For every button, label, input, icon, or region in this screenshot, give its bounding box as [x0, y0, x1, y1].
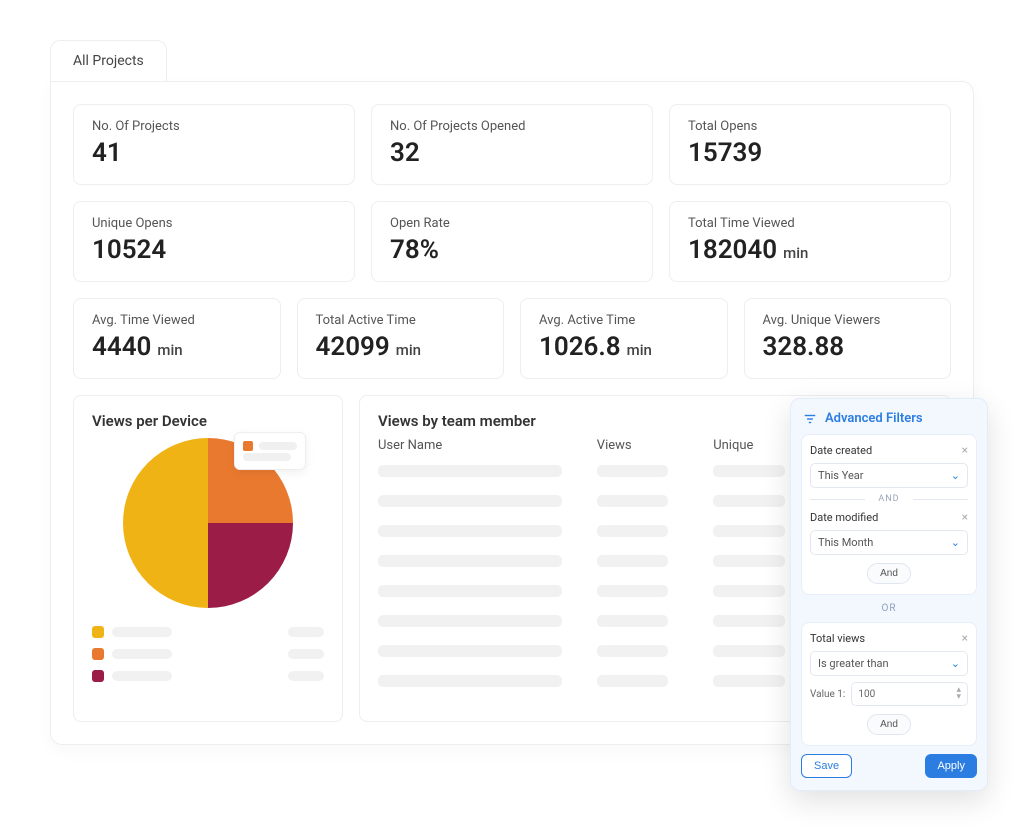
stat-label: Total Time Viewed [688, 216, 932, 231]
add-and-button[interactable]: And [867, 563, 911, 584]
stat-projects: No. Of Projects 41 [73, 104, 355, 185]
stat-unit: min [157, 341, 182, 359]
stat-value: 4440 min [92, 332, 262, 362]
tab-all-projects[interactable]: All Projects [50, 40, 167, 81]
stat-total-time-viewed: Total Time Viewed 182040 min [669, 201, 951, 282]
stat-label: Avg. Active Time [539, 313, 709, 328]
stat-label: Avg. Time Viewed [92, 313, 262, 328]
date-modified-select[interactable]: This Month ⌄ [810, 530, 968, 555]
stats-row-3: Avg. Time Viewed 4440 min Total Active T… [73, 298, 951, 379]
or-divider: OR [801, 603, 977, 614]
filter-label: Date created [810, 444, 872, 457]
stat-unit: min [396, 341, 421, 359]
stat-label: Avg. Unique Viewers [763, 313, 933, 328]
panel-title: Views per Device [92, 412, 324, 430]
pie-tooltip [234, 432, 306, 470]
advanced-filters-header: Advanced Filters [803, 411, 977, 426]
stat-total-opens: Total Opens 15739 [669, 104, 951, 185]
column-header-user[interactable]: User Name [378, 438, 583, 453]
filter-label: Date modified [810, 511, 878, 524]
stat-value: 10524 [92, 235, 336, 265]
legend-value-skeleton [288, 649, 324, 659]
stat-unit: min [783, 244, 808, 262]
total-views-operator-select[interactable]: Is greater than ⌄ [810, 651, 968, 676]
stat-value: 32 [390, 138, 634, 168]
date-created-select[interactable]: This Year ⌄ [810, 463, 968, 488]
legend-item [92, 626, 324, 638]
stat-label: No. Of Projects Opened [390, 119, 634, 134]
legend-value-skeleton [288, 671, 324, 681]
stat-label: No. Of Projects [92, 119, 336, 134]
filter-block-total-views: Total views × Is greater than ⌄ Value 1:… [801, 622, 977, 746]
stat-label: Total Opens [688, 119, 932, 134]
stat-label: Total Active Time [316, 313, 486, 328]
and-divider: AND [810, 494, 968, 504]
stat-avg-time-viewed: Avg. Time Viewed 4440 min [73, 298, 281, 379]
advanced-filters-title: Advanced Filters [825, 411, 923, 426]
filter-icon [803, 412, 817, 426]
close-icon[interactable]: × [962, 631, 968, 645]
legend-swatch [92, 626, 104, 638]
chevron-down-icon: ⌄ [951, 469, 960, 482]
stat-value: 42099 min [316, 332, 486, 362]
stat-projects-opened: No. Of Projects Opened 32 [371, 104, 653, 185]
close-icon[interactable]: × [962, 443, 968, 457]
legend-label-skeleton [112, 627, 172, 637]
stat-unique-opens: Unique Opens 10524 [73, 201, 355, 282]
legend-item [92, 670, 324, 682]
stat-value: 78% [390, 235, 634, 265]
add-and-button[interactable]: And [867, 714, 911, 735]
stat-value: 182040 min [688, 235, 932, 265]
stat-total-active-time: Total Active Time 42099 min [297, 298, 505, 379]
apply-button[interactable]: Apply [925, 754, 977, 778]
save-button[interactable]: Save [801, 754, 852, 778]
views-per-device-panel: Views per Device [73, 395, 343, 722]
stat-value: 1026.8 min [539, 332, 709, 362]
close-icon[interactable]: × [962, 510, 968, 524]
legend-label-skeleton [112, 671, 172, 681]
stat-avg-active-time: Avg. Active Time 1026.8 min [520, 298, 728, 379]
stat-label: Open Rate [390, 216, 634, 231]
pie-legend [92, 626, 324, 682]
legend-item [92, 648, 324, 660]
stats-row-1: No. Of Projects 41 No. Of Projects Opene… [73, 104, 951, 185]
value-label: Value 1: [810, 689, 845, 700]
advanced-filters-panel: Advanced Filters Date created × This Yea… [790, 398, 988, 791]
legend-swatch [92, 670, 104, 682]
stat-unit: min [627, 341, 652, 359]
total-views-value-input[interactable]: 100 ▴▾ [851, 682, 968, 706]
legend-swatch [92, 648, 104, 660]
legend-label-skeleton [112, 649, 172, 659]
stat-open-rate: Open Rate 78% [371, 201, 653, 282]
stat-value: 328.88 [763, 332, 933, 362]
filter-label: Total views [810, 632, 865, 645]
column-header-views[interactable]: Views [597, 438, 699, 453]
stat-avg-unique-viewers: Avg. Unique Viewers 328.88 [744, 298, 952, 379]
stat-label: Unique Opens [92, 216, 336, 231]
filter-block-date-created: Date created × This Year ⌄ AND Date modi… [801, 434, 977, 595]
stats-row-2: Unique Opens 10524 Open Rate 78% Total T… [73, 201, 951, 282]
stat-value: 15739 [688, 138, 932, 168]
number-stepper-icon[interactable]: ▴▾ [956, 687, 961, 701]
chevron-down-icon: ⌄ [951, 657, 960, 670]
chevron-down-icon: ⌄ [951, 536, 960, 549]
stat-value: 41 [92, 138, 336, 168]
legend-value-skeleton [288, 627, 324, 637]
